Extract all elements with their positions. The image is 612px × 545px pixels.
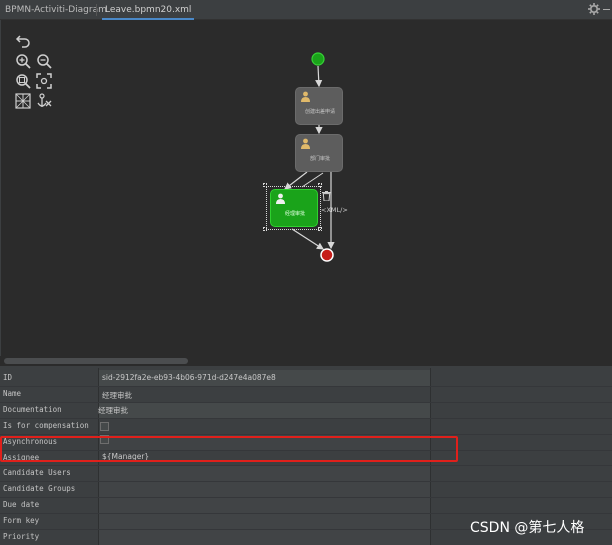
- assignee-highlight-box: [0, 436, 458, 462]
- ide-window: BPMN-Activiti-Diagram Leave.bpmn20.xml 创…: [0, 0, 612, 545]
- tab-bar: BPMN-Activiti-Diagram Leave.bpmn20.xml: [0, 0, 612, 20]
- property-row-compensation: Is for compensation: [0, 418, 612, 434]
- property-label: Due date: [3, 500, 40, 509]
- tab-separator: [96, 4, 97, 16]
- property-label: Candidate Groups: [3, 484, 76, 493]
- flow-start-to-apply[interactable]: [315, 65, 323, 88]
- resize-handle[interactable]: [318, 227, 322, 231]
- property-label: Candidate Users: [3, 468, 71, 477]
- watermark: CSDN @第七人格: [470, 520, 585, 536]
- property-row-candidate-groups: Candidate Groups: [0, 481, 612, 497]
- compensation-checkbox[interactable]: [100, 422, 109, 431]
- scrollbar-thumb[interactable]: [4, 358, 188, 364]
- property-row-documentation: Documentation 经理审批: [0, 402, 612, 418]
- trash-icon[interactable]: [322, 191, 331, 201]
- task-create-trip-request[interactable]: 创建出差申请: [295, 87, 343, 125]
- task-label: 创建出差申请: [304, 109, 335, 115]
- task-dept-approval[interactable]: 部门审批: [295, 134, 343, 172]
- task-manager-approval[interactable]: 经理审批: [270, 189, 318, 227]
- user-icon: [276, 193, 285, 204]
- task-label: 部门审批: [309, 156, 330, 162]
- property-row-candidate-users: Candidate Users: [0, 465, 612, 481]
- resize-handle[interactable]: [318, 183, 322, 187]
- end-event[interactable]: [320, 248, 334, 262]
- property-row-name: Name 经理审批: [0, 386, 612, 402]
- property-label: ID: [3, 373, 13, 382]
- gear-icon[interactable]: [587, 2, 601, 16]
- documentation-field[interactable]: 经理审批: [98, 405, 128, 416]
- property-row-id: ID sid-2912fa2e-eb93-4b06-971d-d247e4a08…: [0, 370, 612, 386]
- xml-button[interactable]: <XML/>: [321, 206, 348, 214]
- property-label: Form key: [3, 516, 40, 525]
- tab-leave-bpmn20-xml[interactable]: Leave.bpmn20.xml: [102, 0, 195, 20]
- id-field[interactable]: sid-2912fa2e-eb93-4b06-971d-d247e4a087e8: [102, 373, 276, 382]
- minimize-icon[interactable]: [603, 9, 610, 10]
- user-icon: [301, 91, 310, 102]
- property-label: Documentation: [3, 405, 62, 414]
- resize-handle[interactable]: [263, 183, 267, 187]
- property-label: Is for compensation: [3, 421, 89, 430]
- user-icon: [301, 138, 310, 149]
- start-event[interactable]: [311, 52, 325, 66]
- resize-handle[interactable]: [263, 227, 267, 231]
- flow-manager-to-end[interactable]: [291, 228, 325, 250]
- tab-bpmn-activiti-diagram[interactable]: BPMN-Activiti-Diagram: [2, 0, 110, 20]
- diagram-canvas[interactable]: 创建出差申请 部门审批 经理审批 <XML/>: [0, 20, 612, 356]
- name-field[interactable]: 经理审批: [102, 390, 132, 401]
- property-label: Name: [3, 389, 22, 398]
- task-label: 经理审批: [284, 211, 305, 217]
- property-row-due-date: Due date: [0, 497, 612, 513]
- property-label: Priority: [3, 532, 40, 541]
